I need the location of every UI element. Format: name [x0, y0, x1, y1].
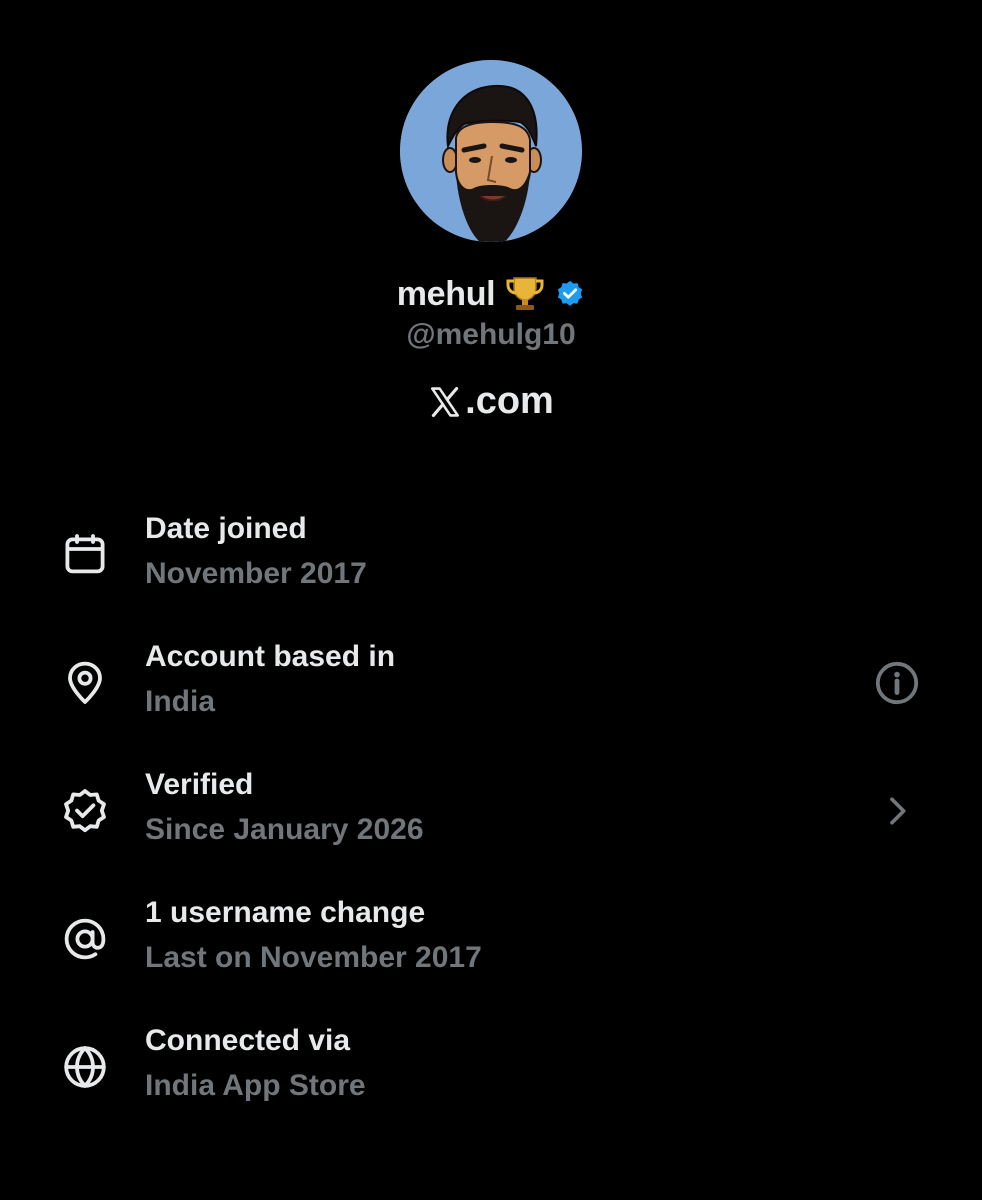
verified-row[interactable]: Verified Since January 2026 [0, 762, 982, 890]
handle: @mehulg10 [406, 318, 576, 351]
info-icon[interactable] [872, 658, 922, 708]
chevron-right-icon[interactable] [872, 786, 922, 836]
account-based-in-row: Account based in India [0, 634, 982, 762]
connected-via-title: Connected via [145, 1024, 351, 1057]
verified-title: Verified [145, 768, 254, 801]
display-name: mehul [396, 274, 496, 313]
account-based-in-value: India [145, 685, 216, 718]
date-joined-title: Date joined [145, 512, 307, 545]
trophy-icon [505, 274, 545, 314]
x-logo-icon [428, 385, 462, 419]
about-account-list: Date joined November 2017 Account based … [0, 506, 982, 1146]
account-based-in-title: Account based in [145, 640, 396, 673]
avatar[interactable] [400, 60, 582, 242]
verified-badge-icon[interactable] [555, 279, 585, 309]
calendar-icon [60, 530, 110, 580]
username-change-value: Last on November 2017 [145, 941, 482, 974]
verified-value: Since January 2026 [145, 813, 424, 846]
globe-icon [60, 1042, 110, 1092]
site-suffix: .com [465, 380, 554, 422]
profile-header: mehul @mehulg10 .com [0, 0, 982, 423]
connected-via-row: Connected via India App Store [0, 1018, 982, 1146]
at-sign-icon [60, 914, 110, 964]
site-label: .com [428, 380, 554, 423]
avatar-illustration [400, 60, 582, 242]
date-joined-row: Date joined November 2017 [0, 506, 982, 634]
name-row: mehul [397, 272, 586, 316]
connected-via-value: India App Store [145, 1069, 366, 1102]
location-pin-icon [60, 658, 110, 708]
date-joined-value: November 2017 [145, 557, 367, 590]
username-change-title: 1 username change [145, 896, 426, 929]
username-change-row: 1 username change Last on November 2017 [0, 890, 982, 1018]
verified-outline-icon [60, 786, 110, 836]
